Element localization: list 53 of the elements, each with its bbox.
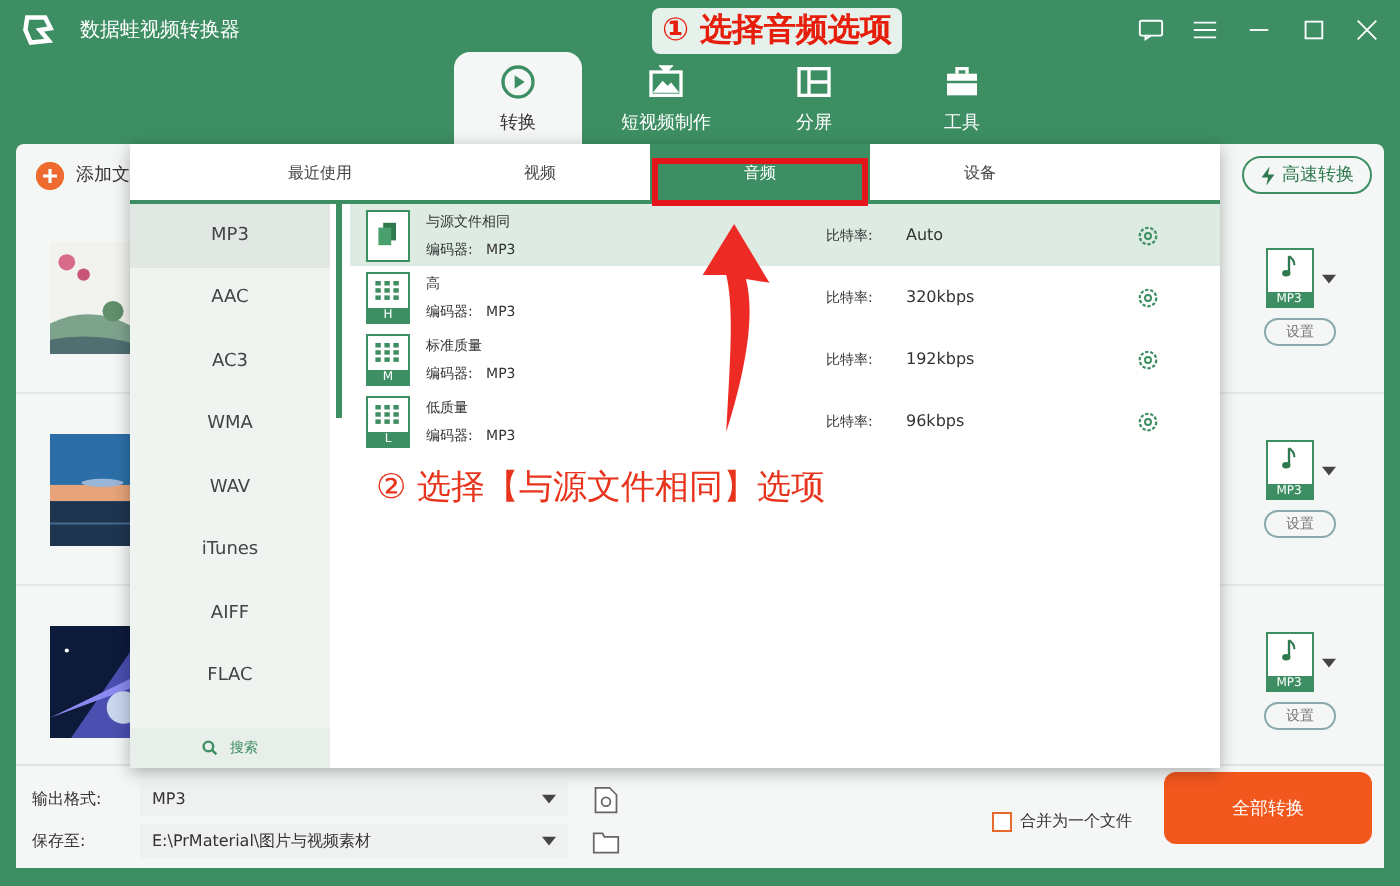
lightning-icon xyxy=(1260,165,1276,185)
annotation-text: ② 选择【与源文件相同】选项 xyxy=(376,466,826,510)
tab-label: 工具 xyxy=(944,111,980,135)
window-title: 数据蛙视频转换器 xyxy=(80,17,240,44)
maximize-icon[interactable] xyxy=(1300,18,1326,42)
main-tab[interactable]: 转换 xyxy=(454,52,582,144)
format-item[interactable]: AAC xyxy=(130,267,330,330)
close-icon[interactable] xyxy=(1354,18,1380,42)
caret-icon[interactable] xyxy=(1321,465,1335,475)
caret-icon xyxy=(542,836,556,846)
caret-icon[interactable] xyxy=(1321,657,1335,667)
quality-icon xyxy=(366,209,410,261)
toolbox-icon xyxy=(942,61,982,101)
format-item[interactable]: MP3 xyxy=(130,204,330,267)
tv-icon xyxy=(646,61,686,101)
folder-icon[interactable] xyxy=(592,827,620,855)
settings-icon[interactable] xyxy=(1136,409,1160,433)
settings-icon[interactable] xyxy=(1136,285,1160,309)
chat-icon[interactable] xyxy=(1138,18,1164,42)
tab-label: 短视频制作 xyxy=(621,111,711,135)
main-tab[interactable]: 短视频制作 xyxy=(602,52,730,144)
format-tab[interactable]: 视频 xyxy=(430,144,650,200)
plus-icon xyxy=(36,161,64,189)
output-format-dropdown[interactable]: MP3 xyxy=(140,782,568,816)
caret-icon[interactable] xyxy=(1321,273,1335,283)
tab-label: 转换 xyxy=(500,111,536,135)
play-circle-icon xyxy=(498,61,538,101)
split-screen-icon xyxy=(794,61,834,101)
format-tab[interactable]: 设备 xyxy=(870,144,1090,200)
search-icon xyxy=(202,740,218,756)
format-item[interactable]: AC3 xyxy=(130,330,330,393)
menu-icon[interactable] xyxy=(1192,18,1218,42)
add-file-button[interactable]: 添加文 xyxy=(36,161,130,189)
output-format-label: 输出格式: xyxy=(32,788,104,810)
format-item[interactable]: iTunes xyxy=(130,519,330,582)
format-item[interactable]: WMA xyxy=(130,393,330,456)
format-item[interactable]: AIFF xyxy=(130,582,330,645)
main-tab[interactable]: 分屏 xyxy=(750,52,878,144)
fast-convert-button[interactable]: 高速转换 xyxy=(1242,156,1372,194)
tab-label: 分屏 xyxy=(796,111,832,135)
caret-icon xyxy=(542,794,556,804)
settings-icon[interactable] xyxy=(1136,223,1160,247)
annotation-text: ① 选择音频选项 xyxy=(652,8,903,54)
file-settings-icon[interactable] xyxy=(592,785,620,813)
save-path-dropdown[interactable]: E:\PrMaterial\图片与视频素材 xyxy=(140,824,568,858)
format-item[interactable]: FLAC xyxy=(130,645,330,708)
main-tab[interactable]: 工具 xyxy=(898,52,1026,144)
format-tab[interactable]: 最近使用 xyxy=(210,144,430,200)
save-to-label: 保存至: xyxy=(32,830,88,852)
settings-icon[interactable] xyxy=(1136,347,1160,371)
app-logo-icon xyxy=(20,12,56,48)
merge-checkbox[interactable]: 合并为一个文件 xyxy=(992,810,1132,832)
format-item[interactable]: WAV xyxy=(130,456,330,519)
